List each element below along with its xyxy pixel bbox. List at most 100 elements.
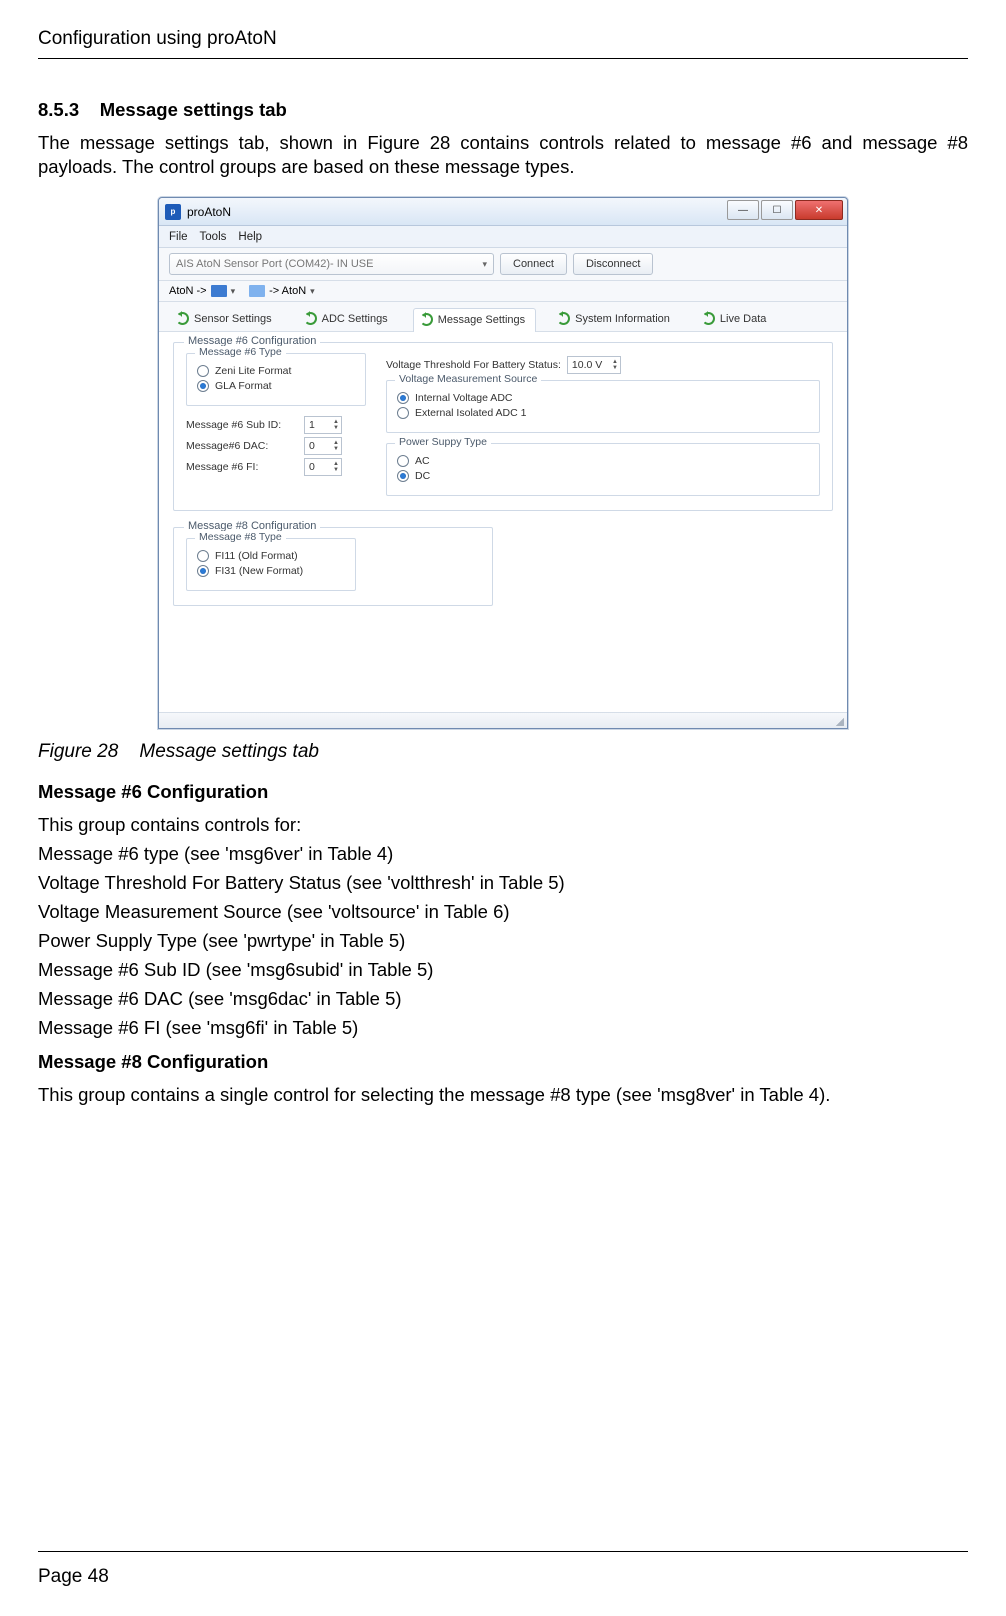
radio-ac[interactable]: AC [397,455,809,467]
radio-dc[interactable]: DC [397,470,809,482]
tab-live-data[interactable]: Live Data [695,307,777,331]
tab-system-information[interactable]: System Information [550,307,681,331]
dac-label: Message#6 DAC: [186,440,298,452]
radio-label: DC [415,470,430,482]
volt-thresh-spinner[interactable]: 10.0 V ▲▼ [567,356,621,374]
app-icon: p [165,204,181,220]
tab-label: System Information [575,313,670,325]
spinner-arrows-icon: ▲▼ [333,461,339,473]
group-msg8-type: Message #8 Type FI11 (Old Format) FI31 (… [186,538,356,591]
group-legend: Voltage Measurement Source [395,373,541,385]
section-title: Message settings tab [100,99,287,120]
figure-label: Figure 28 [38,741,118,762]
tab-message-settings[interactable]: Message Settings [413,308,536,332]
radio-fi31[interactable]: FI31 (New Format) [197,565,345,577]
msg6-line: Message #6 FI (see 'msg6fi' in Table 5) [38,1016,968,1041]
figure-text: Message settings tab [139,741,319,762]
fi-spinner[interactable]: 0 ▲▼ [304,458,342,476]
refresh-icon [420,313,433,326]
flow-in-icon [249,285,265,297]
radio-internal-adc[interactable]: Internal Voltage ADC [397,392,809,404]
radio-label: Zeni Lite Format [215,365,291,377]
radio-zeni-lite[interactable]: Zeni Lite Format [197,365,355,377]
tab-adc-settings[interactable]: ADC Settings [297,307,399,331]
app-window: p proAtoN — ☐ ✕ File Tools Help AIS AtoN… [158,197,848,729]
running-head: Configuration using proAtoN [38,28,968,59]
data-flow-bar: AtoN -> ▾ -> AtoN ▾ [159,281,847,302]
statusbar [159,712,847,728]
dac-spinner[interactable]: 0 ▲▼ [304,437,342,455]
spinner-value: 0 [309,440,315,452]
tabs: Sensor Settings ADC Settings Message Set… [159,302,847,332]
radio-icon [197,365,209,377]
group-msg8-config: Message #8 Configuration Message #8 Type… [173,527,493,606]
tab-label: ADC Settings [322,313,388,325]
spinner-arrows-icon: ▲▼ [333,419,339,431]
radio-icon [197,565,209,577]
close-button[interactable]: ✕ [795,200,843,220]
msg6-line: Voltage Threshold For Battery Status (se… [38,871,968,896]
msg6-heading: Message #6 Configuration [38,781,968,803]
section-intro: The message settings tab, shown in Figur… [38,131,968,179]
radio-icon [397,455,409,467]
msg6-line: Voltage Measurement Source (see 'voltsou… [38,900,968,925]
radio-label: External Isolated ADC 1 [415,407,526,419]
section-heading: 8.5.3 Message settings tab [38,99,968,121]
radio-label: FI11 (Old Format) [215,550,298,562]
port-select-value: AIS AtoN Sensor Port (COM42)- IN USE [176,258,373,270]
chevron-down-icon: ▾ [482,259,487,270]
refresh-icon [304,312,317,325]
section-number: 8.5.3 [38,99,79,120]
radio-icon [397,407,409,419]
subid-label: Message #6 Sub ID: [186,419,298,431]
titlebar: p proAtoN — ☐ ✕ [159,198,847,226]
volt-thresh-label: Voltage Threshold For Battery Status: [386,359,561,371]
tab-content: Message #6 Configuration Message #6 Type… [159,332,847,712]
radio-label: FI31 (New Format) [215,565,303,577]
page-footer: Page 48 [38,1551,968,1588]
msg6-line: Message #6 type (see 'msg6ver' in Table … [38,842,968,867]
port-select[interactable]: AIS AtoN Sensor Port (COM42)- IN USE ▾ [169,253,494,275]
flow-right-label: -> AtoN [269,285,306,297]
menu-tools[interactable]: Tools [200,231,227,243]
radio-fi11[interactable]: FI11 (Old Format) [197,550,345,562]
menu-file[interactable]: File [169,231,188,243]
tab-label: Message Settings [438,314,525,326]
fi-label: Message #6 FI: [186,461,298,473]
spinner-value: 0 [309,461,315,473]
refresh-icon [176,312,189,325]
spinner-value: 10.0 V [572,359,602,371]
msg8-text: This group contains a single control for… [38,1083,968,1108]
radio-gla-format[interactable]: GLA Format [197,380,355,392]
maximize-button[interactable]: ☐ [761,200,793,220]
refresh-icon [557,312,570,325]
menubar: File Tools Help [159,226,847,248]
page-number: Page 48 [38,1566,109,1587]
tab-label: Sensor Settings [194,313,272,325]
group-power-supply: Power Suppy Type AC DC [386,443,820,496]
radio-label: AC [415,455,430,467]
refresh-icon [702,312,715,325]
window-controls: — ☐ ✕ [727,200,843,220]
minimize-button[interactable]: — [727,200,759,220]
connect-button[interactable]: Connect [500,253,567,275]
group-voltage-source: Voltage Measurement Source Internal Volt… [386,380,820,433]
group-legend: Message #8 Type [195,531,286,543]
spinner-value: 1 [309,419,315,431]
flow-left-label: AtoN -> [169,285,207,297]
figure-screenshot: p proAtoN — ☐ ✕ File Tools Help AIS AtoN… [38,197,968,729]
spinner-arrows-icon: ▲▼ [612,359,618,371]
connection-toolbar: AIS AtoN Sensor Port (COM42)- IN USE ▾ C… [159,248,847,281]
msg8-heading: Message #8 Configuration [38,1051,968,1073]
chevron-down-icon[interactable]: ▾ [310,286,315,297]
figure-caption: Figure 28 Message settings tab [38,741,968,763]
tab-sensor-settings[interactable]: Sensor Settings [169,307,283,331]
disconnect-button[interactable]: Disconnect [573,253,653,275]
menu-help[interactable]: Help [238,231,262,243]
msg6-line: Message #6 DAC (see 'msg6dac' in Table 5… [38,987,968,1012]
radio-external-adc[interactable]: External Isolated ADC 1 [397,407,809,419]
tab-label: Live Data [720,313,766,325]
chevron-down-icon[interactable]: ▾ [231,286,236,297]
subid-spinner[interactable]: 1 ▲▼ [304,416,342,434]
radio-icon [197,550,209,562]
